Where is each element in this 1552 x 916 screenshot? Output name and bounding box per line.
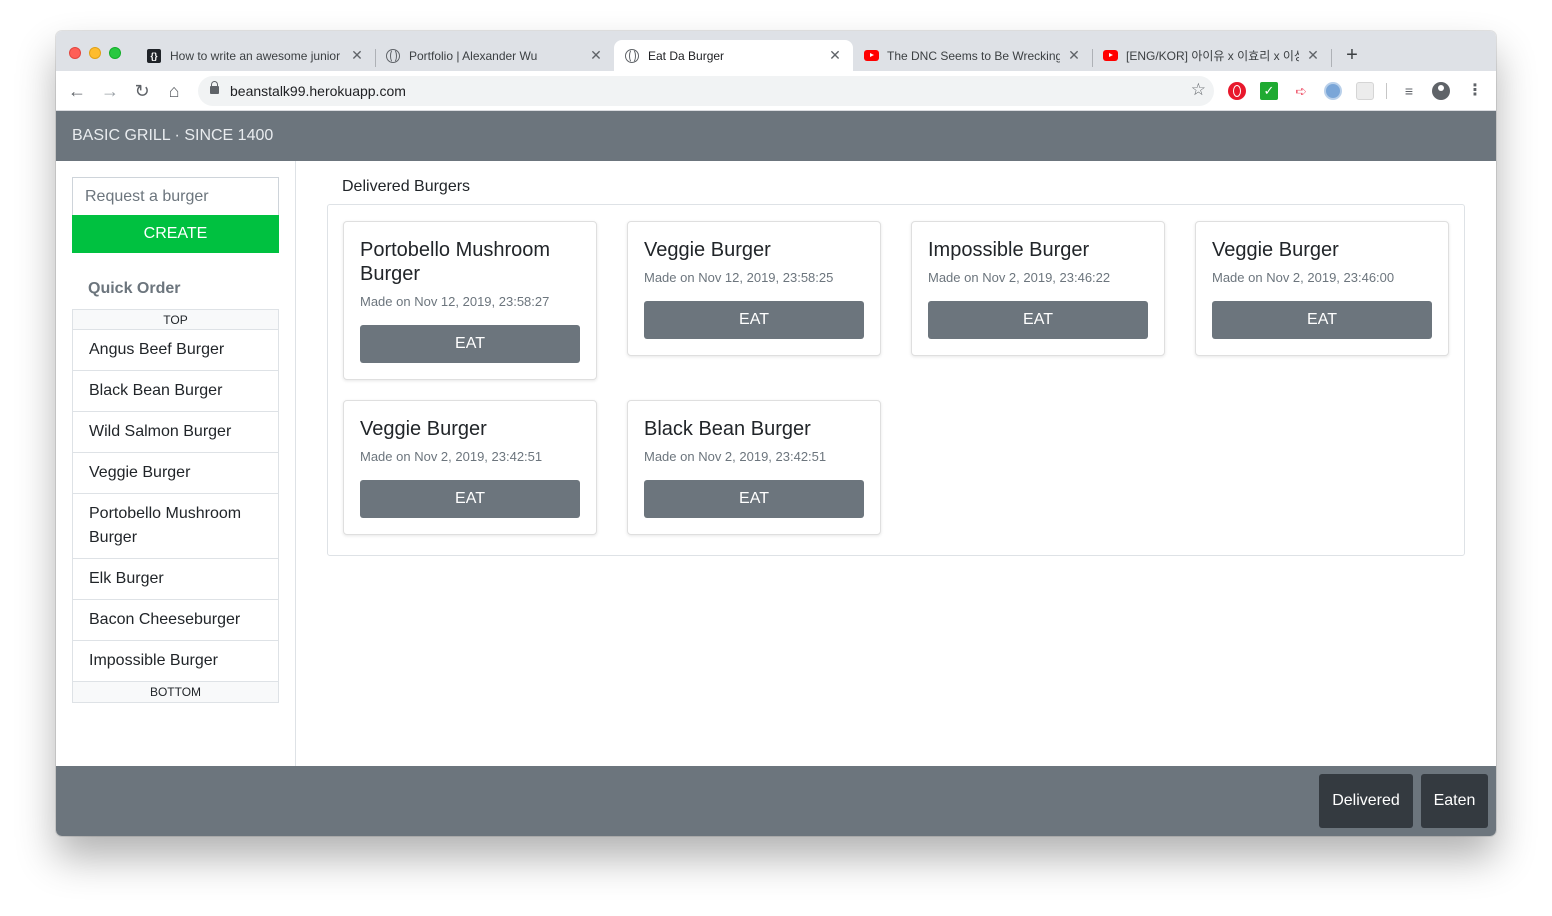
profile-avatar-icon[interactable]: [1432, 82, 1450, 100]
delivered-burgers-panel: Portobello Mushroom Burger Made on Nov 1…: [327, 204, 1465, 556]
home-icon[interactable]: ⌂: [162, 79, 186, 103]
burger-name: Veggie Burger: [1212, 239, 1339, 261]
burger-date: Made on Nov 2, 2019, 23:46:00: [1212, 270, 1395, 285]
sidebar: CREATE Quick Order TOP Angus Beef Burger…: [56, 161, 296, 767]
media-queue-icon[interactable]: ≡: [1400, 82, 1418, 100]
navbar: BASIC GRILL · SINCE 1400: [56, 111, 1496, 161]
request-burger-input[interactable]: [72, 177, 279, 215]
globe-icon: [385, 48, 401, 64]
tab-title: [ENG/KOR] 아이유 x 이효리 x 이상: [1126, 49, 1299, 63]
quick-order-title: Quick Order: [88, 280, 181, 297]
tab-separator: [1331, 49, 1332, 67]
burger-date: Made on Nov 12, 2019, 23:58:27: [360, 294, 550, 309]
quick-order-item[interactable]: Angus Beef Burger: [73, 330, 278, 371]
footer-bar: Delivered Eaten: [56, 766, 1496, 836]
url-text: beanstalk99.herokuapp.com: [230, 83, 406, 99]
quick-order-list: TOP Angus Beef Burger Black Bean Burger …: [72, 309, 279, 703]
quick-order-item[interactable]: Wild Salmon Burger: [73, 412, 278, 453]
close-tab-icon[interactable]: ✕: [349, 47, 365, 64]
burger-name: Black Bean Burger: [644, 418, 811, 440]
page-content: BASIC GRILL · SINCE 1400 CREATE Quick Or…: [56, 111, 1496, 836]
burger-date: Made on Nov 2, 2019, 23:46:22: [928, 270, 1111, 285]
quick-order-item[interactable]: Elk Burger: [73, 559, 278, 600]
burger-name: Veggie Burger: [360, 418, 487, 440]
browser-toolbar: ← → ↻ ⌂ beanstalk99.herokuapp.com ☆ ✓ ➪ …: [56, 71, 1496, 111]
quick-order-item[interactable]: Bacon Cheeseburger: [73, 600, 278, 641]
close-window-button[interactable]: [69, 47, 81, 59]
close-tab-icon[interactable]: ✕: [1066, 47, 1082, 64]
minimize-window-button[interactable]: [89, 47, 101, 59]
burger-name: Veggie Burger: [644, 239, 771, 261]
address-bar[interactable]: beanstalk99.herokuapp.com ☆: [198, 76, 1214, 106]
codepen-icon: {}: [146, 48, 162, 64]
reload-icon[interactable]: ↻: [130, 79, 154, 103]
bookmark-star-icon[interactable]: ☆: [1191, 80, 1206, 100]
toolbar-divider: [1386, 83, 1387, 99]
eat-button[interactable]: EAT: [1212, 301, 1432, 339]
burger-name: Impossible Burger: [928, 239, 1090, 261]
lock-icon: [210, 81, 219, 94]
browser-tab-active[interactable]: Eat Da Burger ✕: [614, 40, 853, 71]
browser-window: {} How to write an awesome junior ✕ Port…: [56, 31, 1496, 836]
arrow-extension-icon[interactable]: ➪: [1292, 82, 1310, 100]
browser-tab-2[interactable]: Portfolio | Alexander Wu ✕: [375, 40, 614, 71]
burger-card: Black Bean Burger Made on Nov 2, 2019, 2…: [627, 400, 881, 535]
eat-button[interactable]: EAT: [644, 480, 864, 518]
close-tab-icon[interactable]: ✕: [588, 47, 604, 64]
scroll-top-button[interactable]: TOP: [73, 310, 278, 330]
forward-arrow-icon[interactable]: →: [98, 79, 122, 103]
eat-button[interactable]: EAT: [928, 301, 1148, 339]
browser-tab-1[interactable]: {} How to write an awesome junior ✕: [136, 40, 375, 71]
eat-button[interactable]: EAT: [360, 325, 580, 363]
burger-card: Portobello Mushroom Burger Made on Nov 1…: [343, 221, 597, 380]
back-arrow-icon[interactable]: ←: [65, 79, 89, 103]
tab-title: How to write an awesome junior: [170, 48, 341, 63]
scroll-bottom-button[interactable]: BOTTOM: [73, 682, 278, 702]
close-tab-icon[interactable]: ✕: [827, 47, 843, 64]
burger-card: Veggie Burger Made on Nov 12, 2019, 23:5…: [627, 221, 881, 356]
kebab-menu-icon[interactable]: ⋮: [1466, 82, 1484, 100]
eat-button[interactable]: EAT: [644, 301, 864, 339]
burger-date: Made on Nov 12, 2019, 23:58:25: [644, 270, 834, 285]
eat-button[interactable]: EAT: [360, 480, 580, 518]
quick-order-item[interactable]: Veggie Burger: [73, 453, 278, 494]
burger-date: Made on Nov 2, 2019, 23:42:51: [644, 449, 827, 464]
quick-order-item[interactable]: Portobello Mushroom Burger: [73, 494, 278, 559]
eaten-button[interactable]: Eaten: [1421, 774, 1488, 828]
compass-extension-icon[interactable]: [1324, 82, 1342, 100]
burger-card: Veggie Burger Made on Nov 2, 2019, 23:42…: [343, 400, 597, 535]
new-tab-icon[interactable]: +: [1340, 43, 1364, 67]
tab-strip: {} How to write an awesome junior ✕ Port…: [56, 31, 1496, 71]
globe-icon: [624, 48, 640, 64]
youtube-icon: [863, 48, 879, 64]
tab-title: The DNC Seems to Be Wrecking: [887, 48, 1060, 63]
delivered-button[interactable]: Delivered: [1319, 774, 1413, 828]
browser-tab-4[interactable]: The DNC Seems to Be Wrecking ✕: [853, 40, 1092, 71]
gray-extension-icon[interactable]: [1356, 82, 1374, 100]
burger-name: Portobello Mushroom Burger: [360, 239, 551, 285]
quick-order-item[interactable]: Black Bean Burger: [73, 371, 278, 412]
create-button[interactable]: CREATE: [72, 215, 279, 253]
burger-card: Impossible Burger Made on Nov 2, 2019, 2…: [911, 221, 1165, 356]
opera-extension-icon[interactable]: [1228, 82, 1246, 100]
tab-title: Portfolio | Alexander Wu: [409, 48, 538, 63]
youtube-icon: [1102, 48, 1118, 64]
burger-date: Made on Nov 2, 2019, 23:42:51: [360, 449, 543, 464]
brand-title: BASIC GRILL · SINCE 1400: [72, 127, 274, 144]
browser-tab-5[interactable]: [ENG/KOR] 아이유 x 이효리 x 이상 ✕: [1092, 40, 1331, 71]
maximize-window-button[interactable]: [109, 47, 121, 59]
close-tab-icon[interactable]: ✕: [1305, 47, 1321, 64]
quick-order-item[interactable]: Impossible Burger: [73, 641, 278, 682]
section-title: Delivered Burgers: [342, 178, 471, 195]
burger-card: Veggie Burger Made on Nov 2, 2019, 23:46…: [1195, 221, 1449, 356]
checkmark-extension-icon[interactable]: ✓: [1260, 82, 1278, 100]
tab-title: Eat Da Burger: [648, 48, 725, 63]
